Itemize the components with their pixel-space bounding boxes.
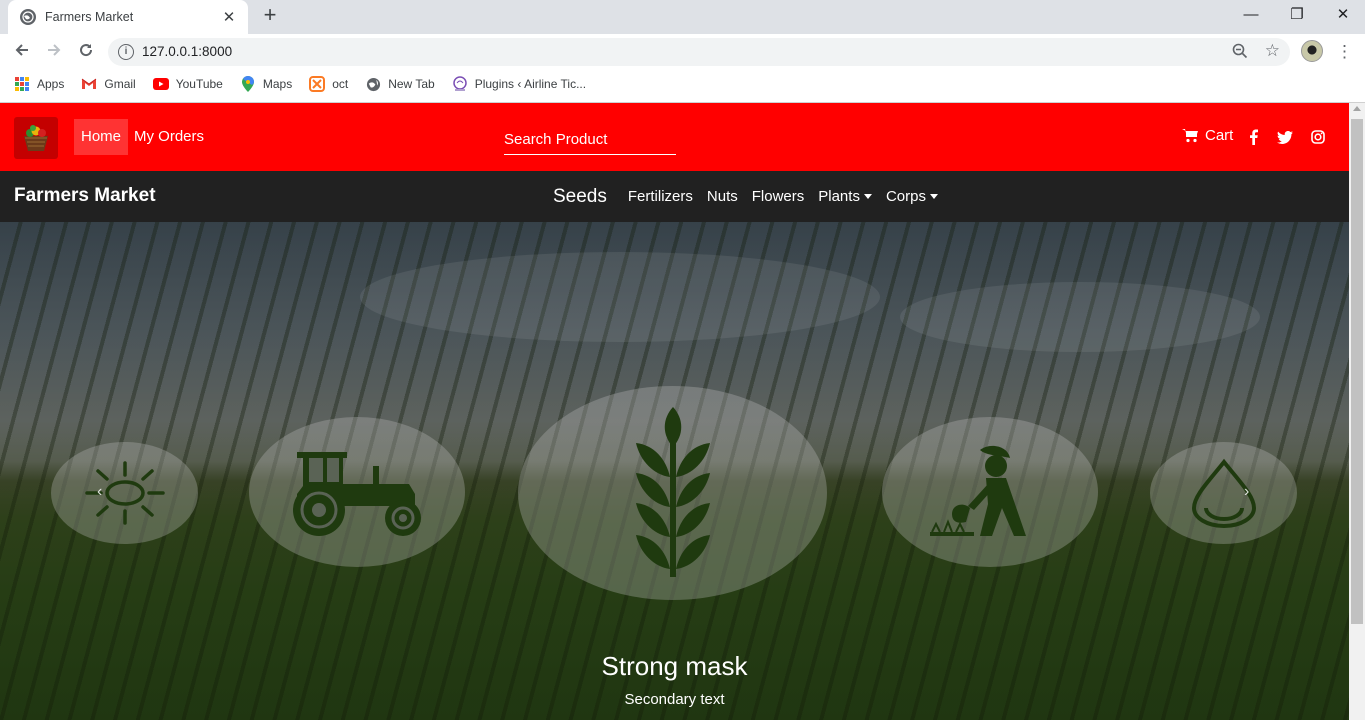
browser-tab-strip: Farmers Market ✕ + — ❐ ✕ bbox=[0, 0, 1365, 34]
globe-icon bbox=[20, 9, 36, 25]
reload-button[interactable] bbox=[74, 40, 98, 64]
apps-grid-icon bbox=[14, 76, 30, 92]
cart-icon bbox=[1182, 129, 1198, 143]
carousel-prev-icon[interactable]: ‹ bbox=[97, 483, 102, 501]
nav-home-link[interactable]: Home bbox=[74, 119, 129, 155]
bookmark-label: Gmail bbox=[104, 77, 136, 91]
gmail-icon bbox=[81, 76, 97, 92]
nav-my-orders-link[interactable]: My Orders bbox=[134, 119, 204, 155]
cart-link[interactable]: Cart bbox=[1182, 127, 1233, 144]
category-menu: Seeds Fertilizers Nuts Flowers Plants Co… bbox=[553, 171, 952, 222]
instagram-icon[interactable] bbox=[1309, 128, 1327, 146]
category-label: Plants bbox=[818, 188, 860, 205]
carousel-slide-sun[interactable] bbox=[51, 442, 198, 544]
browser-toolbar: i 127.0.0.1:8000 ☆ ⋮ bbox=[0, 34, 1365, 70]
bookmark-label: Apps bbox=[37, 77, 65, 91]
top-navbar: Home My Orders Cart bbox=[0, 103, 1349, 171]
bookmark-new-tab[interactable]: New Tab bbox=[365, 76, 435, 92]
globe-icon bbox=[365, 76, 381, 92]
farmer-digging-icon bbox=[930, 445, 1026, 536]
site-info-icon[interactable]: i bbox=[118, 44, 134, 60]
site-logo[interactable] bbox=[14, 117, 58, 159]
bookmark-apps[interactable]: Apps bbox=[14, 76, 64, 92]
brand-name[interactable]: Farmers Market bbox=[14, 185, 156, 207]
bookmark-oct[interactable]: oct bbox=[309, 76, 348, 92]
tab-title: Farmers Market bbox=[45, 10, 134, 24]
profile-avatar[interactable] bbox=[1301, 40, 1323, 62]
caret-down-icon bbox=[929, 194, 938, 199]
bookmark-gmail[interactable]: Gmail bbox=[81, 76, 136, 92]
carousel-slide-wheat[interactable] bbox=[518, 386, 827, 600]
category-seeds[interactable]: Seeds bbox=[553, 186, 607, 208]
category-label: Nuts bbox=[706, 188, 738, 205]
category-label: Fertilizers bbox=[627, 188, 693, 205]
carousel-next-icon[interactable]: › bbox=[1244, 483, 1249, 501]
bookmark-youtube[interactable]: YouTube bbox=[152, 76, 223, 92]
page: Home My Orders Cart Farmers Market Seeds… bbox=[0, 103, 1349, 720]
hero-caption-subtitle: Secondary text bbox=[624, 691, 725, 708]
category-flowers[interactable]: Flowers bbox=[752, 188, 805, 205]
category-label: Corps bbox=[885, 188, 926, 205]
category-nuts[interactable]: Nuts bbox=[707, 188, 738, 205]
bookmarks-bar: Apps Gmail YouTube Maps oct New Tab Plug… bbox=[0, 70, 1365, 98]
bookmark-star-icon[interactable]: ☆ bbox=[1265, 41, 1280, 61]
category-corps-dropdown[interactable]: Corps bbox=[886, 188, 938, 205]
close-window-button[interactable]: ✕ bbox=[1320, 4, 1365, 26]
cart-label: Cart bbox=[1205, 127, 1234, 144]
restore-button[interactable]: ❐ bbox=[1274, 4, 1320, 26]
forward-button[interactable] bbox=[42, 40, 66, 64]
minimize-button[interactable]: — bbox=[1228, 4, 1274, 26]
category-navbar: Farmers Market Seeds Fertilizers Nuts Fl… bbox=[0, 171, 1349, 222]
bookmark-label: Plugins ‹ Airline Tic... bbox=[474, 77, 587, 91]
carousel-slide-farmer[interactable] bbox=[882, 417, 1098, 567]
facebook-icon[interactable] bbox=[1244, 128, 1262, 146]
xampp-icon bbox=[309, 76, 326, 92]
category-plants-dropdown[interactable]: Plants bbox=[818, 188, 872, 205]
bookmark-label: YouTube bbox=[175, 77, 223, 91]
youtube-icon bbox=[152, 76, 169, 92]
wheat-icon bbox=[635, 407, 710, 577]
cloud-decoration bbox=[900, 282, 1260, 352]
hero-carousel: ‹ › Strong mask Secondary text bbox=[0, 222, 1349, 720]
caret-down-icon bbox=[863, 194, 872, 199]
maps-pin-icon bbox=[240, 76, 256, 92]
category-label: Seeds bbox=[553, 185, 607, 207]
carousel-slide-tractor[interactable] bbox=[249, 417, 465, 567]
bookmark-label: Maps bbox=[262, 77, 293, 91]
twitter-icon[interactable] bbox=[1276, 128, 1294, 146]
scroll-up-arrow-icon[interactable] bbox=[1353, 106, 1361, 111]
address-bar[interactable]: i 127.0.0.1:8000 ☆ bbox=[108, 38, 1290, 66]
plugin-icon bbox=[452, 76, 468, 92]
page-scrollbar[interactable] bbox=[1349, 103, 1365, 720]
category-fertilizers[interactable]: Fertilizers bbox=[628, 188, 693, 205]
bookmark-maps[interactable]: Maps bbox=[240, 76, 292, 92]
zoom-icon[interactable] bbox=[1232, 43, 1248, 63]
menu-kebab-icon[interactable]: ⋮ bbox=[1336, 40, 1353, 64]
new-tab-button[interactable]: + bbox=[258, 4, 282, 28]
hero-caption-title: Strong mask bbox=[601, 651, 748, 681]
category-label: Flowers bbox=[751, 188, 805, 205]
bookmark-plugins[interactable]: Plugins ‹ Airline Tic... bbox=[452, 76, 586, 92]
back-button[interactable] bbox=[10, 40, 34, 64]
cloud-decoration bbox=[360, 252, 880, 342]
bookmark-label: oct bbox=[332, 77, 349, 91]
tractor-icon bbox=[293, 452, 421, 536]
browser-tab[interactable]: Farmers Market ✕ bbox=[8, 0, 248, 34]
bookmark-label: New Tab bbox=[388, 77, 435, 91]
url-text[interactable]: 127.0.0.1:8000 bbox=[142, 44, 232, 59]
scroll-thumb[interactable] bbox=[1351, 119, 1363, 624]
search-product-input[interactable] bbox=[504, 125, 676, 155]
close-tab-icon[interactable]: ✕ bbox=[220, 8, 238, 26]
carousel-slide-water[interactable] bbox=[1150, 442, 1297, 544]
